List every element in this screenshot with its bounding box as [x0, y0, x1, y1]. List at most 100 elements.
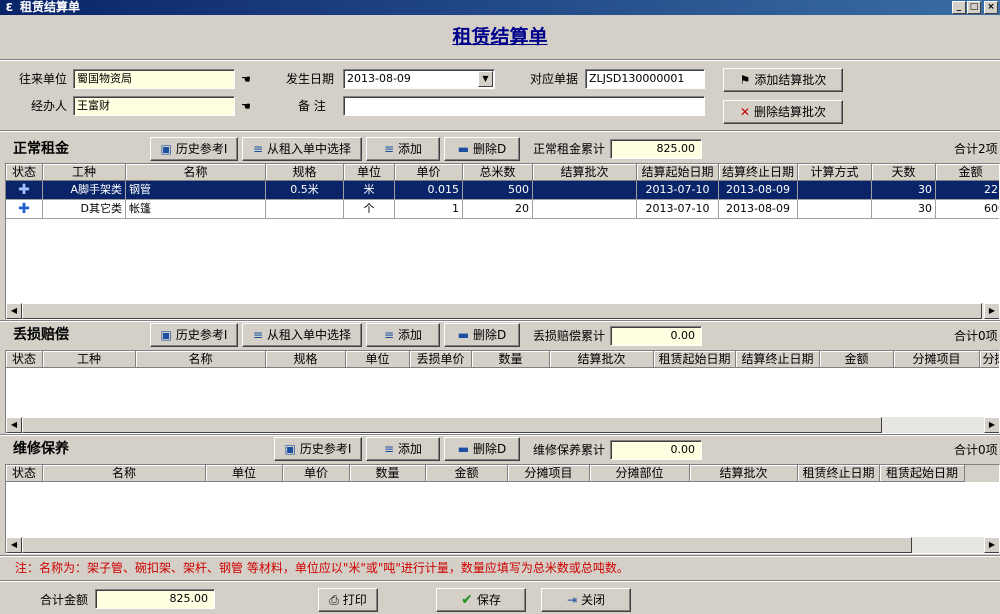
col-batch[interactable]: 结算批次	[550, 351, 654, 368]
cell-name[interactable]: 帐篷	[126, 200, 266, 219]
scroll-left-arrow-icon[interactable]: ◀	[6, 303, 22, 319]
col-alloc-part[interactable]: 分摊部位	[590, 465, 690, 482]
cell-unit[interactable]: 米	[344, 181, 395, 200]
col-end-date[interactable]: 结算终止日期	[736, 351, 820, 368]
close-window-button[interactable]: ×	[984, 1, 998, 14]
cell-start-date[interactable]: 2013-07-10	[637, 200, 719, 219]
col-price[interactable]: 单价	[283, 465, 350, 482]
col-days[interactable]: 天数	[872, 164, 936, 181]
print-button[interactable]: ⎙ 打印	[318, 588, 378, 612]
rent-history-button[interactable]: ▣ 历史参考I	[150, 137, 238, 161]
partner-field[interactable]: 蜀国物资局	[73, 69, 235, 89]
scroll-thumb[interactable]	[22, 417, 882, 433]
pointer-hand-icon[interactable]: ☚	[241, 101, 257, 113]
cell-batch[interactable]	[533, 181, 637, 200]
col-amount[interactable]: 金额	[936, 164, 999, 181]
col-meters[interactable]: 总米数	[463, 164, 533, 181]
col-amount[interactable]: 金额	[426, 465, 508, 482]
pointer-hand-icon[interactable]: ☚	[241, 74, 257, 86]
col-amount[interactable]: 金额	[820, 351, 894, 368]
col-batch[interactable]: 结算批次	[533, 164, 637, 181]
cell-spec[interactable]	[266, 200, 344, 219]
loss-history-button[interactable]: ▣ 历史参考I	[150, 323, 238, 347]
repair-delete-button[interactable]: ▬ 删除D	[444, 437, 520, 461]
col-start-date[interactable]: 结算起始日期	[637, 164, 719, 181]
scroll-thumb[interactable]	[22, 537, 912, 553]
col-unit[interactable]: 单位	[206, 465, 283, 482]
delete-batch-button[interactable]: ✕ 删除结算批次	[723, 100, 843, 124]
cell-end-date[interactable]: 2013-08-09	[719, 200, 798, 219]
repair-horizontal-scrollbar[interactable]: ◀ ▶	[6, 537, 999, 553]
cell-start-date[interactable]: 2013-07-10	[637, 181, 719, 200]
col-end-date[interactable]: 结算终止日期	[719, 164, 798, 181]
col-loss-price[interactable]: 丢损单价	[410, 351, 472, 368]
cell-end-date[interactable]: 2013-08-09	[719, 181, 798, 200]
loss-horizontal-scrollbar[interactable]: ◀ ▶	[6, 417, 999, 433]
remark-field[interactable]	[343, 96, 705, 116]
cell-price[interactable]: 1	[395, 200, 463, 219]
col-batch[interactable]: 结算批次	[690, 465, 798, 482]
col-type[interactable]: 工种	[43, 351, 136, 368]
rent-add-button[interactable]: ≡ 添加	[366, 137, 440, 161]
add-batch-button[interactable]: ⚑ 添加结算批次	[723, 68, 843, 92]
repair-grid[interactable]: 状态 名称 单位 单价 数量 金额 分摊项目 分摊部位 结算批次 租赁终止日期 …	[5, 464, 1000, 554]
cell-price[interactable]: 0.015	[395, 181, 463, 200]
loss-add-button[interactable]: ≡ 添加	[366, 323, 440, 347]
col-status[interactable]: 状态	[6, 465, 43, 482]
cell-batch[interactable]	[533, 200, 637, 219]
col-alloc-item[interactable]: 分摊项目	[508, 465, 590, 482]
rent-grid[interactable]: 状态 工种 名称 规格 单位 单价 总米数 结算批次 结算起始日期 结算终止日期…	[5, 163, 1000, 320]
col-status[interactable]: 状态	[6, 164, 43, 181]
table-row[interactable]: ✚ A脚手架类 钢管 0.5米 米 0.015 500 2013-07-10 2…	[6, 181, 999, 200]
cell-type[interactable]: A脚手架类	[43, 181, 126, 200]
handler-field[interactable]: 王富财	[73, 96, 235, 116]
col-spec[interactable]: 规格	[266, 351, 346, 368]
cell-meters[interactable]: 20	[463, 200, 533, 219]
scroll-right-arrow-icon[interactable]: ▶	[984, 537, 999, 553]
cell-name[interactable]: 钢管	[126, 181, 266, 200]
scroll-thumb[interactable]	[22, 303, 982, 319]
col-name[interactable]: 名称	[136, 351, 266, 368]
col-rent-end-date[interactable]: 租赁终止日期	[798, 465, 880, 482]
col-rent-start-date[interactable]: 租赁起始日期	[654, 351, 736, 368]
rent-horizontal-scrollbar[interactable]: ◀ ▶	[6, 303, 999, 319]
cell-method[interactable]	[798, 200, 872, 219]
save-button[interactable]: ✔ 保存	[436, 588, 526, 612]
scroll-left-arrow-icon[interactable]: ◀	[6, 417, 22, 433]
col-spec[interactable]: 规格	[266, 164, 344, 181]
maximize-button[interactable]: □	[967, 1, 981, 14]
scroll-left-arrow-icon[interactable]: ◀	[6, 537, 22, 553]
ref-field[interactable]: ZLJSD130000001	[585, 69, 705, 89]
col-quantity[interactable]: 数量	[350, 465, 426, 482]
cell-method[interactable]	[798, 181, 872, 200]
col-alloc[interactable]: 分摊	[980, 351, 999, 368]
loss-grid[interactable]: 状态 工种 名称 规格 单位 丢损单价 数量 结算批次 租赁起始日期 结算终止日…	[5, 350, 1000, 434]
scroll-right-arrow-icon[interactable]: ▶	[984, 303, 999, 319]
close-button[interactable]: ⇥ 关闭	[541, 588, 631, 612]
repair-add-button[interactable]: ≡ 添加	[366, 437, 440, 461]
col-quantity[interactable]: 数量	[472, 351, 550, 368]
col-type[interactable]: 工种	[43, 164, 126, 181]
col-status[interactable]: 状态	[6, 351, 43, 368]
col-rent-start-date[interactable]: 租赁起始日期	[880, 465, 965, 482]
col-name[interactable]: 名称	[43, 465, 206, 482]
loss-delete-button[interactable]: ▬ 删除D	[444, 323, 520, 347]
cell-type[interactable]: D其它类	[43, 200, 126, 219]
cell-days[interactable]: 30	[872, 181, 936, 200]
cell-days[interactable]: 30	[872, 200, 936, 219]
loss-select-button[interactable]: ≡ 从租入单中选择	[242, 323, 362, 347]
rent-delete-button[interactable]: ▬ 删除D	[444, 137, 520, 161]
cell-amount[interactable]: 225	[936, 181, 999, 200]
cell-unit[interactable]: 个	[344, 200, 395, 219]
repair-history-button[interactable]: ▣ 历史参考I	[274, 437, 362, 461]
cell-amount[interactable]: 600	[936, 200, 999, 219]
col-unit[interactable]: 单位	[346, 351, 410, 368]
date-picker[interactable]: 2013-08-09 ▼	[343, 69, 495, 89]
chevron-down-icon[interactable]: ▼	[478, 71, 493, 87]
window-titlebar[interactable]: Ɛ 租赁结算单 _ □ ×	[0, 0, 1000, 15]
table-row[interactable]: ✚ D其它类 帐篷 个 1 20 2013-07-10 2013-08-09 3…	[6, 200, 999, 219]
col-alloc-item[interactable]: 分摊项目	[894, 351, 980, 368]
cell-meters[interactable]: 500	[463, 181, 533, 200]
col-unit[interactable]: 单位	[344, 164, 395, 181]
scroll-right-arrow-icon[interactable]: ▶	[984, 417, 999, 433]
